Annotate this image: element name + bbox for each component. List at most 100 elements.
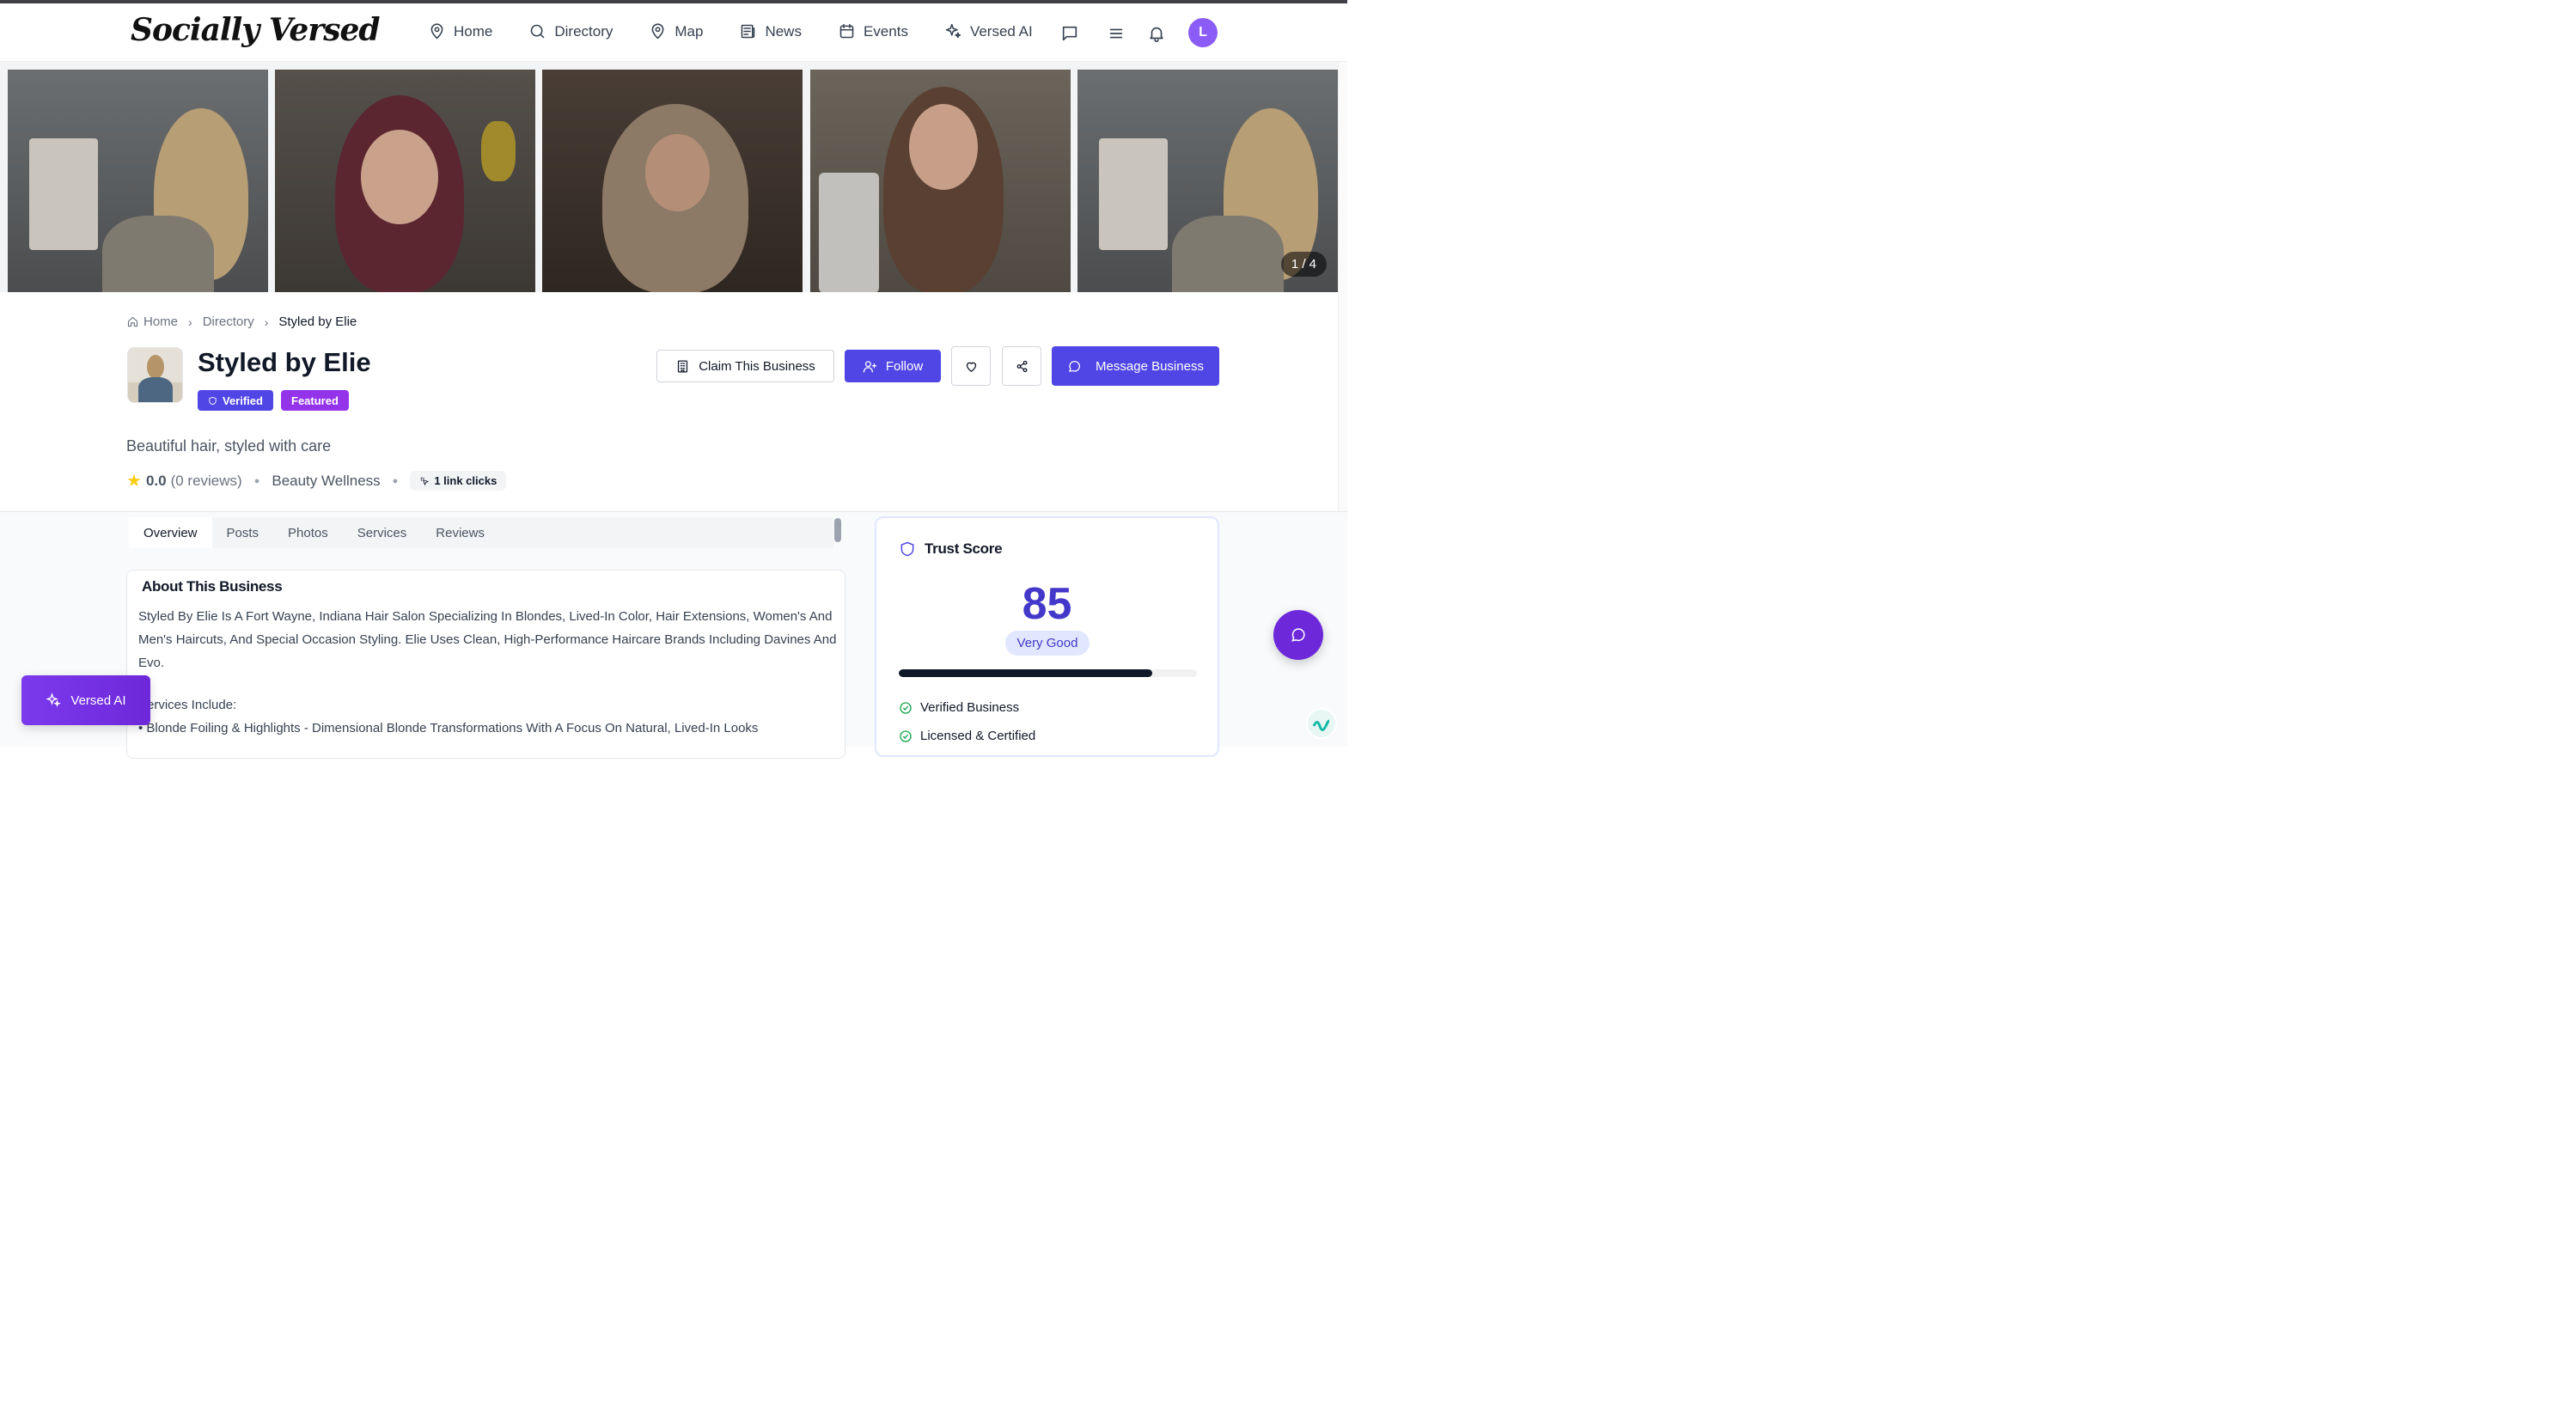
site-header: Socially Versed Home Directory Map News … xyxy=(0,3,1347,62)
share-button[interactable] xyxy=(1002,346,1041,386)
business-name: Styled by Elie xyxy=(198,347,371,377)
rating-value: 0.0 xyxy=(145,472,167,489)
versed-ai-floating-button[interactable]: Versed AI xyxy=(21,675,150,725)
breadcrumb-directory[interactable]: Directory xyxy=(203,314,254,329)
chevron-right-icon: › xyxy=(188,314,192,329)
business-category[interactable]: Beauty Wellness xyxy=(272,473,380,490)
nav-versed-ai[interactable]: Versed AI xyxy=(944,22,1033,40)
nav-home[interactable]: Home xyxy=(428,22,492,40)
cursor-click-icon xyxy=(420,477,430,485)
nav-news[interactable]: News xyxy=(739,22,802,40)
nav-events-label: Events xyxy=(863,22,908,40)
newspaper-icon xyxy=(742,24,755,39)
menu-button[interactable] xyxy=(1107,24,1126,43)
extension-logo[interactable] xyxy=(1306,708,1337,739)
chat-icon xyxy=(1062,26,1077,41)
service-item: • Blonde Foiling & Highlights - Dimensio… xyxy=(138,721,759,735)
trust-item-licensed: Licensed & Certified xyxy=(899,729,1035,743)
star-icon: ★ xyxy=(126,472,142,491)
nav-versed-ai-label: Versed AI xyxy=(969,22,1033,40)
search-icon xyxy=(531,24,545,39)
about-description: Styled By Elie Is A Fort Wayne, Indiana … xyxy=(138,609,837,670)
heart-icon xyxy=(966,362,976,372)
trust-score-header: Trust Score xyxy=(899,540,1003,558)
tab-posts[interactable]: Posts xyxy=(212,517,274,548)
tab-overview[interactable]: Overview xyxy=(129,517,212,548)
messages-button[interactable] xyxy=(1060,24,1079,43)
check-circle-icon xyxy=(900,701,912,714)
trust-item-label: Verified Business xyxy=(920,700,1020,715)
business-avatar xyxy=(127,347,183,403)
sparkles-icon xyxy=(46,693,62,707)
tab-photos[interactable]: Photos xyxy=(273,517,343,548)
nav-map-label: Map xyxy=(675,22,704,40)
breadcrumb: Home › Directory › Styled by Elie xyxy=(126,314,357,329)
calendar-icon xyxy=(839,23,854,39)
claim-business-button[interactable]: Claim This Business xyxy=(656,350,834,382)
link-clicks-badge: 1 link clicks xyxy=(410,471,507,491)
tab-reviews[interactable]: Reviews xyxy=(421,517,499,548)
map-pin-icon xyxy=(430,23,443,40)
trust-score-title: Trust Score xyxy=(925,540,1003,557)
gallery-photo[interactable] xyxy=(8,70,268,292)
trust-score-label: Very Good xyxy=(1005,631,1090,656)
trust-item-label: Licensed & Certified xyxy=(920,729,1036,743)
gallery-counter: 1 / 4 xyxy=(1280,252,1327,277)
message-circle-icon xyxy=(1069,360,1081,372)
breadcrumb-current: Styled by Elie xyxy=(278,314,357,329)
tab-services[interactable]: Services xyxy=(343,517,422,548)
about-title: About This Business xyxy=(142,578,283,595)
about-card: About This Business Styled By Elie Is A … xyxy=(126,570,845,759)
sparkles-icon xyxy=(945,23,961,39)
follow-button[interactable]: Follow xyxy=(845,350,941,382)
nav-events[interactable]: Events xyxy=(838,22,908,40)
gallery-photo[interactable] xyxy=(275,70,535,292)
home-icon xyxy=(127,316,138,327)
check-circle-icon xyxy=(900,729,912,742)
trust-item-verified: Verified Business xyxy=(899,700,1019,715)
link-clicks-label: 1 link clicks xyxy=(434,474,497,487)
user-plus-icon xyxy=(863,360,877,373)
map-pin-icon xyxy=(651,23,664,40)
nav-home-label: Home xyxy=(454,22,493,40)
business-meta: ★ 0.0 (0 reviews) ● Beauty Wellness ● 1 … xyxy=(126,470,507,491)
notifications-button[interactable] xyxy=(1147,24,1166,43)
business-tabs: Overview Posts Photos Services Reviews xyxy=(129,517,833,548)
review-count[interactable]: (0 reviews) xyxy=(171,473,242,490)
bell-icon xyxy=(1150,27,1163,42)
main-nav: Home Directory Map News Events Versed AI xyxy=(428,22,1069,40)
services-heading: Services Include: xyxy=(138,698,237,712)
message-circle-icon xyxy=(1291,628,1305,642)
menu-icon xyxy=(1109,28,1123,39)
nav-directory[interactable]: Directory xyxy=(528,22,613,40)
site-logo[interactable]: Socially Versed xyxy=(131,12,381,48)
shield-icon xyxy=(209,396,217,405)
versed-ai-floating-label: Versed AI xyxy=(70,693,126,708)
trust-score-card: Trust Score 85 Very Good Verified Busine… xyxy=(875,516,1219,757)
building-icon xyxy=(678,359,688,373)
breadcrumb-home[interactable]: Home xyxy=(143,314,178,329)
gallery-photo[interactable] xyxy=(810,70,1071,292)
user-avatar[interactable]: L xyxy=(1188,18,1218,47)
follow-label: Follow xyxy=(885,358,924,374)
trust-score-value: 85 xyxy=(1022,579,1072,629)
trust-score-bar xyxy=(899,669,1197,677)
photo-gallery: 1 / 4 xyxy=(0,62,1347,292)
message-business-button[interactable]: Message Business xyxy=(1052,346,1219,386)
verified-badge-label: Verified xyxy=(223,394,263,407)
message-business-label: Message Business xyxy=(1096,358,1204,374)
nav-directory-label: Directory xyxy=(554,22,613,40)
tabs-scrollbar[interactable] xyxy=(834,518,841,542)
nav-news-label: News xyxy=(765,22,802,40)
trust-score-fill xyxy=(899,669,1152,677)
gallery-photo[interactable] xyxy=(542,70,803,292)
chevron-right-icon: › xyxy=(264,314,269,329)
favorite-button[interactable] xyxy=(951,346,991,386)
featured-badge: Featured xyxy=(281,390,349,411)
verified-badge: Verified xyxy=(198,390,273,411)
separator-dot: ● xyxy=(392,475,399,486)
separator-dot: ● xyxy=(253,475,260,486)
chat-fab-button[interactable] xyxy=(1273,610,1323,660)
nav-map[interactable]: Map xyxy=(649,22,703,40)
share-icon xyxy=(1016,360,1027,372)
